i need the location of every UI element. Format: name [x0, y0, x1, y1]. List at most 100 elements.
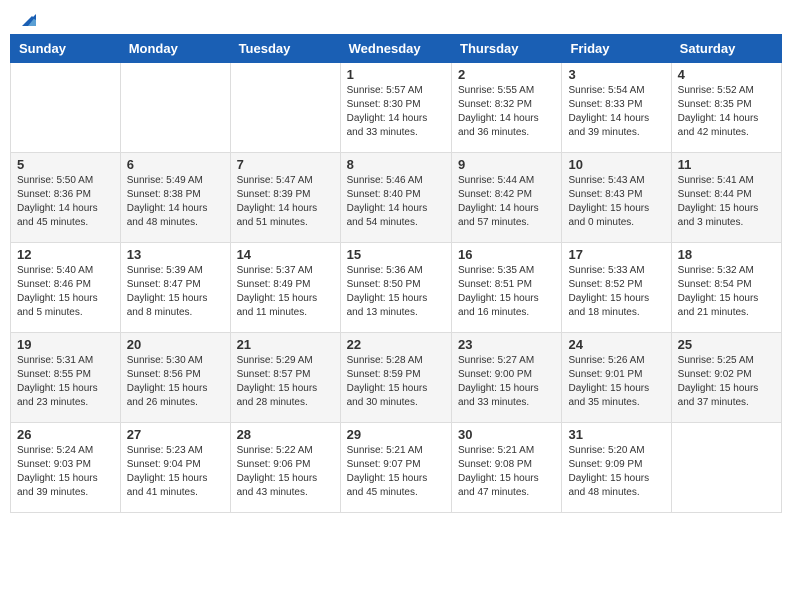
- day-info: Sunrise: 5:46 AM Sunset: 8:40 PM Dayligh…: [347, 174, 445, 230]
- day-info: Sunrise: 5:41 AM Sunset: 8:44 PM Dayligh…: [678, 174, 775, 230]
- day-info: Sunrise: 5:31 AM Sunset: 8:55 PM Dayligh…: [17, 354, 114, 410]
- calendar-cell: 3 Sunrise: 5:54 AM Sunset: 8:33 PM Daylig…: [562, 63, 671, 153]
- calendar-cell: 28 Sunrise: 5:22 AM Sunset: 9:06 PM Dayli…: [230, 423, 340, 513]
- calendar-cell: 21Sunrise: 5:29 AM Sunset: 8:57 PM Dayli…: [230, 333, 340, 423]
- calendar-cell: 23 Sunrise: 5:27 AM Sunset: 9:00 PM Dayli…: [452, 333, 562, 423]
- day-info: Sunrise: 5:30 AM Sunset: 8:56 PM Dayligh…: [127, 354, 224, 410]
- calendar-header-row: SundayMondayTuesdayWednesdayThursdayFrid…: [11, 35, 782, 63]
- calendar-cell: 20 Sunrise: 5:30 AM Sunset: 8:56 PM Dayli…: [120, 333, 230, 423]
- day-number: 25: [678, 337, 775, 352]
- calendar-cell: [671, 423, 781, 513]
- calendar-cell: 31Sunrise: 5:20 AM Sunset: 9:09 PM Dayli…: [562, 423, 671, 513]
- calendar-cell: 18 Sunrise: 5:32 AM Sunset: 8:54 PM Dayli…: [671, 243, 781, 333]
- day-number: 26: [17, 427, 114, 442]
- calendar-cell: 27Sunrise: 5:23 AM Sunset: 9:04 PM Dayli…: [120, 423, 230, 513]
- day-info: Sunrise: 5:35 AM Sunset: 8:51 PM Dayligh…: [458, 264, 555, 320]
- calendar-cell: [11, 63, 121, 153]
- day-of-week-header: Monday: [120, 35, 230, 63]
- logo: [14, 10, 38, 26]
- calendar-week-row: 12 Sunrise: 5:40 AM Sunset: 8:46 PM Dayli…: [11, 243, 782, 333]
- day-number: 11: [678, 157, 775, 172]
- day-number: 21: [237, 337, 334, 352]
- day-number: 15: [347, 247, 445, 262]
- day-of-week-header: Tuesday: [230, 35, 340, 63]
- day-info: Sunrise: 5:26 AM Sunset: 9:01 PM Dayligh…: [568, 354, 664, 410]
- day-info: Sunrise: 5:50 AM Sunset: 8:36 PM Dayligh…: [17, 174, 114, 230]
- day-info: Sunrise: 5:47 AM Sunset: 8:39 PM Dayligh…: [237, 174, 334, 230]
- day-info: Sunrise: 5:21 AM Sunset: 9:07 PM Dayligh…: [347, 444, 445, 500]
- day-info: Sunrise: 5:44 AM Sunset: 8:42 PM Dayligh…: [458, 174, 555, 230]
- calendar-cell: 22Sunrise: 5:28 AM Sunset: 8:59 PM Dayli…: [340, 333, 451, 423]
- day-number: 14: [237, 247, 334, 262]
- day-of-week-header: Thursday: [452, 35, 562, 63]
- calendar-cell: 8Sunrise: 5:46 AM Sunset: 8:40 PM Daylig…: [340, 153, 451, 243]
- day-number: 3: [568, 67, 664, 82]
- day-number: 12: [17, 247, 114, 262]
- day-number: 10: [568, 157, 664, 172]
- day-number: 13: [127, 247, 224, 262]
- calendar-cell: 19 Sunrise: 5:31 AM Sunset: 8:55 PM Dayli…: [11, 333, 121, 423]
- logo-icon: [16, 8, 38, 30]
- day-number: 7: [237, 157, 334, 172]
- day-info: Sunrise: 5:24 AM Sunset: 9:03 PM Dayligh…: [17, 444, 114, 500]
- calendar-cell: 13Sunrise: 5:39 AM Sunset: 8:47 PM Dayli…: [120, 243, 230, 333]
- calendar-cell: 30 Sunrise: 5:21 AM Sunset: 9:08 PM Dayli…: [452, 423, 562, 513]
- day-info: Sunrise: 5:27 AM Sunset: 9:00 PM Dayligh…: [458, 354, 555, 410]
- day-of-week-header: Saturday: [671, 35, 781, 63]
- day-info: Sunrise: 5:22 AM Sunset: 9:06 PM Dayligh…: [237, 444, 334, 500]
- calendar-cell: 2 Sunrise: 5:55 AM Sunset: 8:32 PM Daylig…: [452, 63, 562, 153]
- day-info: Sunrise: 5:32 AM Sunset: 8:54 PM Dayligh…: [678, 264, 775, 320]
- calendar-cell: [230, 63, 340, 153]
- day-info: Sunrise: 5:20 AM Sunset: 9:09 PM Dayligh…: [568, 444, 664, 500]
- calendar-cell: [120, 63, 230, 153]
- day-info: Sunrise: 5:43 AM Sunset: 8:43 PM Dayligh…: [568, 174, 664, 230]
- day-info: Sunrise: 5:55 AM Sunset: 8:32 PM Dayligh…: [458, 84, 555, 140]
- calendar-cell: 5Sunrise: 5:50 AM Sunset: 8:36 PM Daylig…: [11, 153, 121, 243]
- day-number: 22: [347, 337, 445, 352]
- calendar-cell: 24 Sunrise: 5:26 AM Sunset: 9:01 PM Dayli…: [562, 333, 671, 423]
- day-info: Sunrise: 5:52 AM Sunset: 8:35 PM Dayligh…: [678, 84, 775, 140]
- calendar-cell: 9Sunrise: 5:44 AM Sunset: 8:42 PM Daylig…: [452, 153, 562, 243]
- calendar-week-row: 1 Sunrise: 5:57 AM Sunset: 8:30 PM Daylig…: [11, 63, 782, 153]
- day-number: 30: [458, 427, 555, 442]
- day-info: Sunrise: 5:33 AM Sunset: 8:52 PM Dayligh…: [568, 264, 664, 320]
- day-number: 28: [237, 427, 334, 442]
- calendar-cell: 11 Sunrise: 5:41 AM Sunset: 8:44 PM Dayli…: [671, 153, 781, 243]
- calendar-table: SundayMondayTuesdayWednesdayThursdayFrid…: [10, 34, 782, 513]
- page-header: [10, 10, 782, 26]
- calendar-cell: 1 Sunrise: 5:57 AM Sunset: 8:30 PM Daylig…: [340, 63, 451, 153]
- day-of-week-header: Sunday: [11, 35, 121, 63]
- day-number: 16: [458, 247, 555, 262]
- calendar-cell: 26 Sunrise: 5:24 AM Sunset: 9:03 PM Dayli…: [11, 423, 121, 513]
- day-info: Sunrise: 5:49 AM Sunset: 8:38 PM Dayligh…: [127, 174, 224, 230]
- day-number: 23: [458, 337, 555, 352]
- day-info: Sunrise: 5:23 AM Sunset: 9:04 PM Dayligh…: [127, 444, 224, 500]
- day-number: 17: [568, 247, 664, 262]
- day-info: Sunrise: 5:37 AM Sunset: 8:49 PM Dayligh…: [237, 264, 334, 320]
- day-number: 18: [678, 247, 775, 262]
- day-info: Sunrise: 5:36 AM Sunset: 8:50 PM Dayligh…: [347, 264, 445, 320]
- day-of-week-header: Friday: [562, 35, 671, 63]
- calendar-cell: 10 Sunrise: 5:43 AM Sunset: 8:43 PM Dayli…: [562, 153, 671, 243]
- day-of-week-header: Wednesday: [340, 35, 451, 63]
- calendar-cell: 7 Sunrise: 5:47 AM Sunset: 8:39 PM Daylig…: [230, 153, 340, 243]
- calendar-cell: 15 Sunrise: 5:36 AM Sunset: 8:50 PM Dayli…: [340, 243, 451, 333]
- calendar-cell: 12 Sunrise: 5:40 AM Sunset: 8:46 PM Dayli…: [11, 243, 121, 333]
- calendar-cell: 25 Sunrise: 5:25 AM Sunset: 9:02 PM Dayli…: [671, 333, 781, 423]
- day-number: 20: [127, 337, 224, 352]
- day-info: Sunrise: 5:57 AM Sunset: 8:30 PM Dayligh…: [347, 84, 445, 140]
- day-number: 24: [568, 337, 664, 352]
- day-info: Sunrise: 5:40 AM Sunset: 8:46 PM Dayligh…: [17, 264, 114, 320]
- day-number: 19: [17, 337, 114, 352]
- calendar-cell: 14 Sunrise: 5:37 AM Sunset: 8:49 PM Dayli…: [230, 243, 340, 333]
- day-number: 29: [347, 427, 445, 442]
- calendar-cell: 6 Sunrise: 5:49 AM Sunset: 8:38 PM Daylig…: [120, 153, 230, 243]
- day-info: Sunrise: 5:54 AM Sunset: 8:33 PM Dayligh…: [568, 84, 664, 140]
- day-info: Sunrise: 5:25 AM Sunset: 9:02 PM Dayligh…: [678, 354, 775, 410]
- day-number: 6: [127, 157, 224, 172]
- calendar-week-row: 5Sunrise: 5:50 AM Sunset: 8:36 PM Daylig…: [11, 153, 782, 243]
- day-number: 2: [458, 67, 555, 82]
- day-number: 1: [347, 67, 445, 82]
- day-number: 4: [678, 67, 775, 82]
- day-info: Sunrise: 5:21 AM Sunset: 9:08 PM Dayligh…: [458, 444, 555, 500]
